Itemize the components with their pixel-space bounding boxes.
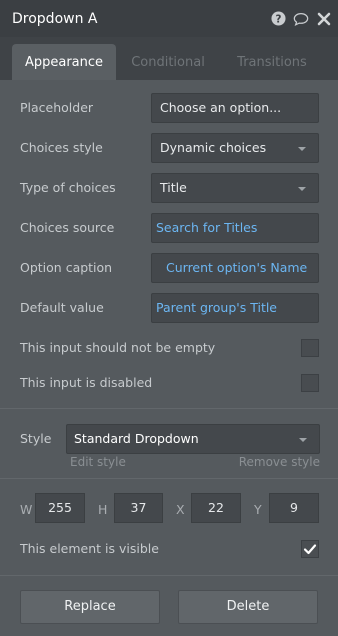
x-input[interactable]: 22 bbox=[191, 493, 241, 523]
style-select[interactable]: Standard Dropdown bbox=[66, 424, 320, 454]
property-editor-panel: Dropdown A ? Appearance Conditional Tran… bbox=[0, 0, 338, 636]
option-caption-input[interactable]: Current option's Name bbox=[151, 253, 319, 283]
width-input[interactable]: 255 bbox=[35, 493, 85, 523]
height-label: H bbox=[98, 502, 108, 517]
help-icon[interactable]: ? bbox=[270, 11, 286, 27]
style-label: Style bbox=[20, 431, 52, 446]
placeholder-input[interactable]: Choose an option... bbox=[151, 93, 319, 123]
choices-style-row: Choices style Dynamic choices bbox=[0, 133, 338, 163]
chevron-down-icon bbox=[299, 438, 307, 442]
x-label: X bbox=[176, 502, 185, 517]
disabled-checkbox[interactable] bbox=[301, 374, 319, 392]
choices-style-select[interactable]: Dynamic choices bbox=[151, 133, 319, 163]
choices-style-label: Choices style bbox=[20, 140, 103, 155]
svg-text:?: ? bbox=[275, 13, 281, 25]
type-of-choices-select[interactable]: Title bbox=[151, 173, 319, 203]
not-empty-label: This input should not be empty bbox=[20, 340, 216, 355]
width-label: W bbox=[20, 502, 33, 517]
visible-label: This element is visible bbox=[20, 541, 159, 556]
checkmark-icon bbox=[303, 544, 317, 555]
not-empty-row: This input should not be empty bbox=[0, 339, 338, 357]
replace-button[interactable]: Replace bbox=[20, 590, 160, 624]
default-value-row: Default value Parent group's Title bbox=[0, 293, 338, 323]
choices-style-value: Dynamic choices bbox=[160, 140, 267, 155]
placeholder-label: Placeholder bbox=[20, 100, 94, 115]
window-title: Dropdown A bbox=[12, 10, 98, 27]
y-input[interactable]: 9 bbox=[269, 493, 319, 523]
disabled-row: This input is disabled bbox=[0, 374, 338, 392]
visible-row: This element is visible bbox=[0, 540, 338, 558]
default-value-input[interactable]: Parent group's Title bbox=[151, 293, 319, 323]
tab-appearance[interactable]: Appearance bbox=[12, 44, 116, 80]
delete-button[interactable]: Delete bbox=[178, 590, 318, 624]
style-value: Standard Dropdown bbox=[74, 431, 199, 446]
visible-checkbox[interactable] bbox=[301, 540, 319, 558]
tab-conditional[interactable]: Conditional bbox=[120, 44, 216, 80]
chevron-down-icon bbox=[298, 187, 306, 191]
type-of-choices-value: Title bbox=[160, 180, 187, 195]
choices-source-input[interactable]: Search for Titles bbox=[151, 213, 319, 243]
edit-style-link[interactable]: Edit style bbox=[70, 455, 126, 469]
divider bbox=[0, 478, 338, 479]
choices-source-row: Choices source Search for Titles bbox=[0, 213, 338, 243]
choices-source-label: Choices source bbox=[20, 220, 115, 235]
y-label: Y bbox=[254, 502, 262, 517]
tab-bar: Appearance Conditional Transitions bbox=[0, 37, 338, 80]
placeholder-row: Placeholder Choose an option... bbox=[0, 93, 338, 123]
comment-icon[interactable] bbox=[293, 11, 309, 27]
disabled-label: This input is disabled bbox=[20, 375, 153, 390]
divider bbox=[0, 408, 338, 409]
title-bar[interactable]: Dropdown A ? bbox=[0, 0, 338, 37]
close-icon[interactable] bbox=[316, 11, 332, 27]
height-input[interactable]: 37 bbox=[114, 493, 163, 523]
type-of-choices-label: Type of choices bbox=[20, 180, 116, 195]
title-bar-icons: ? bbox=[270, 0, 332, 37]
type-of-choices-row: Type of choices Title bbox=[0, 173, 338, 203]
default-value-label: Default value bbox=[20, 300, 104, 315]
tab-transitions[interactable]: Transitions bbox=[222, 44, 322, 80]
chevron-down-icon bbox=[298, 147, 306, 151]
divider bbox=[0, 575, 338, 576]
option-caption-label: Option caption bbox=[20, 260, 113, 275]
not-empty-checkbox[interactable] bbox=[301, 339, 319, 357]
option-caption-row: Option caption Current option's Name bbox=[0, 253, 338, 283]
remove-style-link[interactable]: Remove style bbox=[239, 455, 320, 469]
